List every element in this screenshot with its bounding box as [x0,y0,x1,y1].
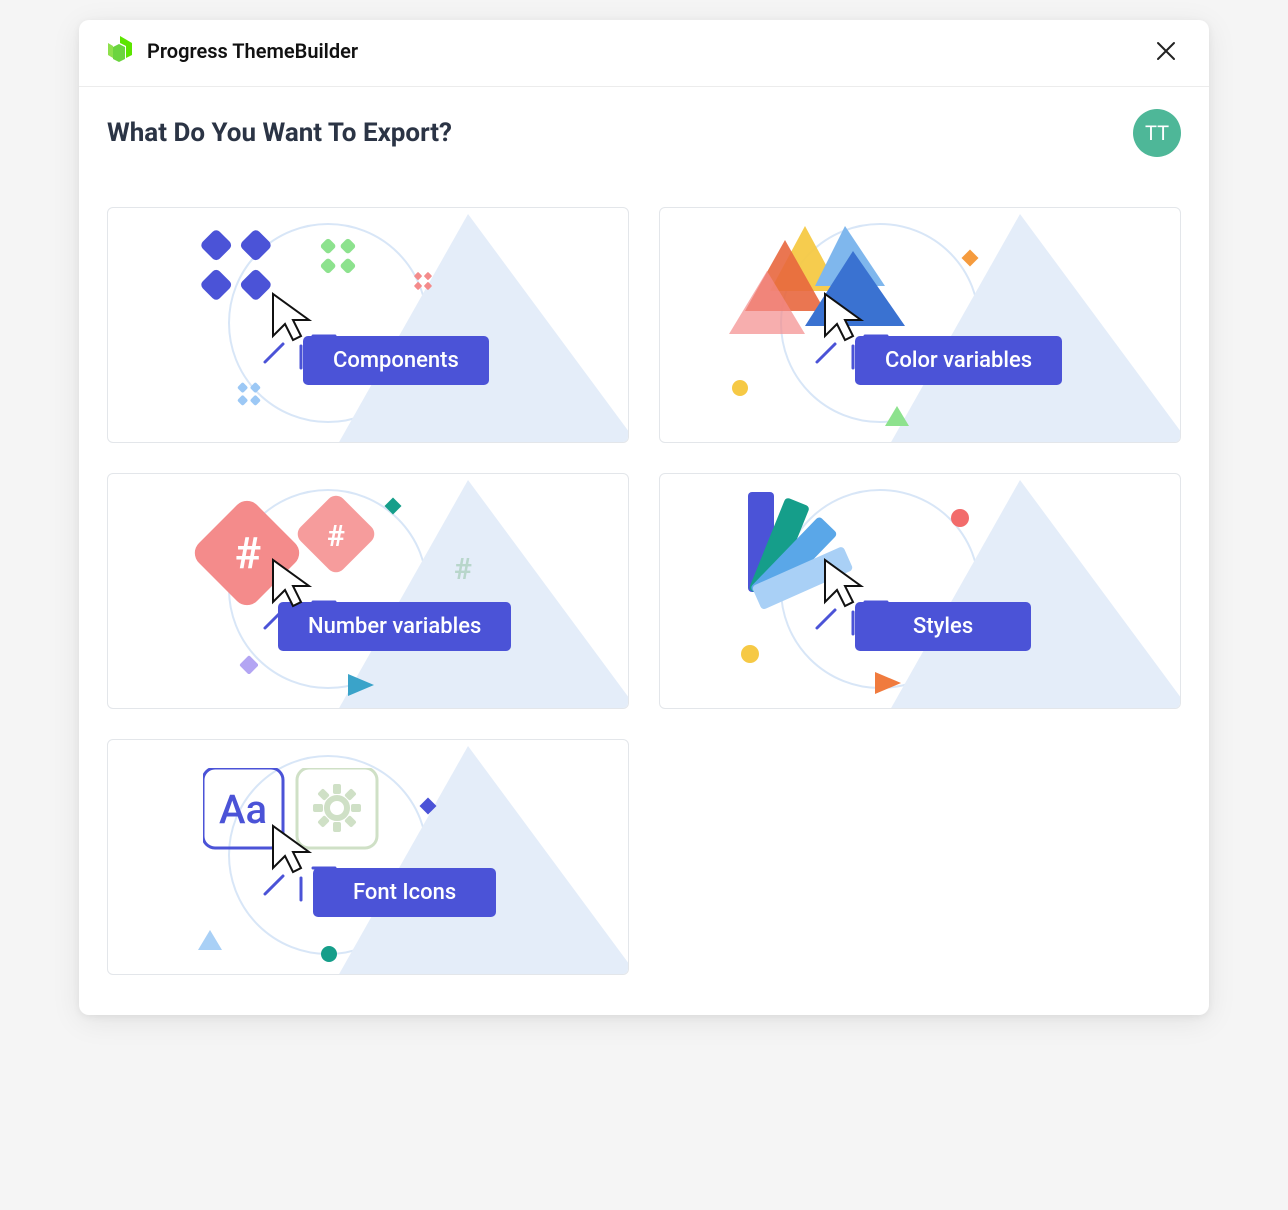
close-icon [1155,40,1177,62]
svg-text:#: # [327,519,345,554]
export-dialog: Progress ThemeBuilder What Do You Want T… [79,20,1209,1015]
page-title: What Do You Want To Export? [107,118,452,148]
close-button[interactable] [1149,34,1183,68]
card-styles[interactable]: Styles [659,473,1181,709]
cards-grid: Components [107,207,1181,975]
card-components[interactable]: Components [107,207,629,443]
brand: Progress ThemeBuilder [105,34,358,68]
dialog-header: Progress ThemeBuilder [79,20,1209,87]
card-number-variables[interactable]: # # # [107,473,629,709]
card-color-variables[interactable]: Color variables [659,207,1181,443]
brand-title: Progress ThemeBuilder [147,39,358,63]
progress-logo-icon [105,34,135,68]
dialog-content: What Do You Want To Export? TT [79,87,1209,1015]
card-font-icons[interactable]: Aa [107,739,629,975]
avatar[interactable]: TT [1133,109,1181,157]
svg-text:#: # [454,552,472,587]
content-header: What Do You Want To Export? TT [107,109,1181,157]
